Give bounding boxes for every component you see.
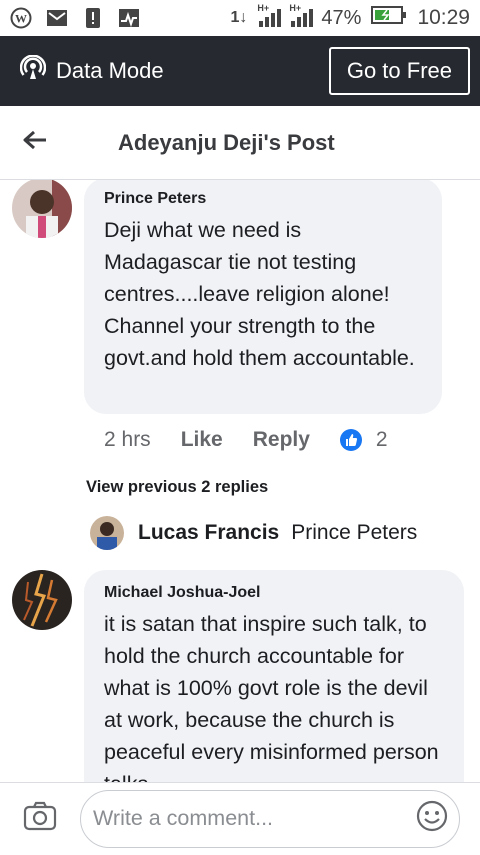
network-activity: 1↓ (230, 9, 248, 26)
comments-thread: Prince Peters Deji what we need is Madag… (0, 180, 480, 782)
signal-type-label-2: H+ (289, 3, 302, 13)
camera-button[interactable] (0, 783, 80, 855)
camera-icon (23, 801, 57, 836)
avatar[interactable] (12, 180, 72, 238)
comment-input-box[interactable] (80, 789, 460, 848)
comment-bubble[interactable]: Prince Peters Deji what we need is Madag… (84, 180, 442, 414)
comment-time: 2 hrs (104, 428, 151, 451)
svg-text:W: W (15, 12, 27, 26)
sim-alert-icon (82, 7, 104, 29)
activity-icon (118, 7, 140, 29)
reply-button[interactable]: Reply (253, 428, 310, 452)
back-arrow-icon (22, 129, 48, 156)
reaction-count[interactable]: 2 (376, 428, 388, 452)
battery-percent: 47% (321, 6, 362, 29)
comment-bubble[interactable]: Michael Joshua-Joel it is satan that ins… (84, 570, 464, 782)
signal-type-label: H+ (257, 3, 270, 13)
back-button[interactable] (0, 106, 70, 180)
emoji-icon[interactable] (415, 799, 449, 838)
signal-icon: H+ (257, 3, 282, 29)
comment-author[interactable]: Prince Peters (104, 190, 422, 208)
go-to-free-button[interactable]: Go to Free (328, 47, 470, 95)
wordpress-icon: W (10, 7, 32, 29)
avatar (90, 516, 124, 550)
data-mode-bar: Data Mode Go to Free (0, 36, 480, 106)
broadcast-icon (19, 54, 47, 87)
reply-author: Lucas Francis (138, 521, 280, 544)
comment-text: Deji what we need is Madagascar tie not … (104, 218, 415, 370)
comment-input[interactable] (93, 806, 415, 831)
gmail-icon (46, 7, 68, 29)
view-previous-replies-link[interactable]: View previous 2 replies (86, 478, 268, 497)
comment-text: it is satan that inspire such talk, to h… (104, 612, 439, 782)
page-title: Adeyanju Deji's Post (118, 129, 335, 155)
status-bar: W 1↓ H+ H+ 47% 10:29 (0, 0, 480, 36)
signal-icon-2: H+ (289, 3, 314, 29)
data-mode-label: Data Mode (56, 58, 164, 83)
data-mode-indicator: Data Mode (19, 54, 164, 87)
comment-author[interactable]: Michael Joshua-Joel (104, 584, 444, 602)
battery-icon (371, 5, 407, 31)
clock: 10:29 (417, 6, 470, 29)
like-reaction-icon[interactable] (339, 429, 362, 451)
comment-actions: 2 hrs Like Reply 2 (104, 428, 388, 452)
like-button[interactable]: Like (181, 428, 223, 452)
reply-preview[interactable]: Lucas Francis Prince Peters (90, 516, 450, 550)
avatar[interactable] (12, 570, 72, 630)
post-header: Adeyanju Deji's Post (0, 106, 480, 180)
comment-composer (0, 782, 480, 854)
reply-snippet: Prince Peters (291, 521, 418, 544)
